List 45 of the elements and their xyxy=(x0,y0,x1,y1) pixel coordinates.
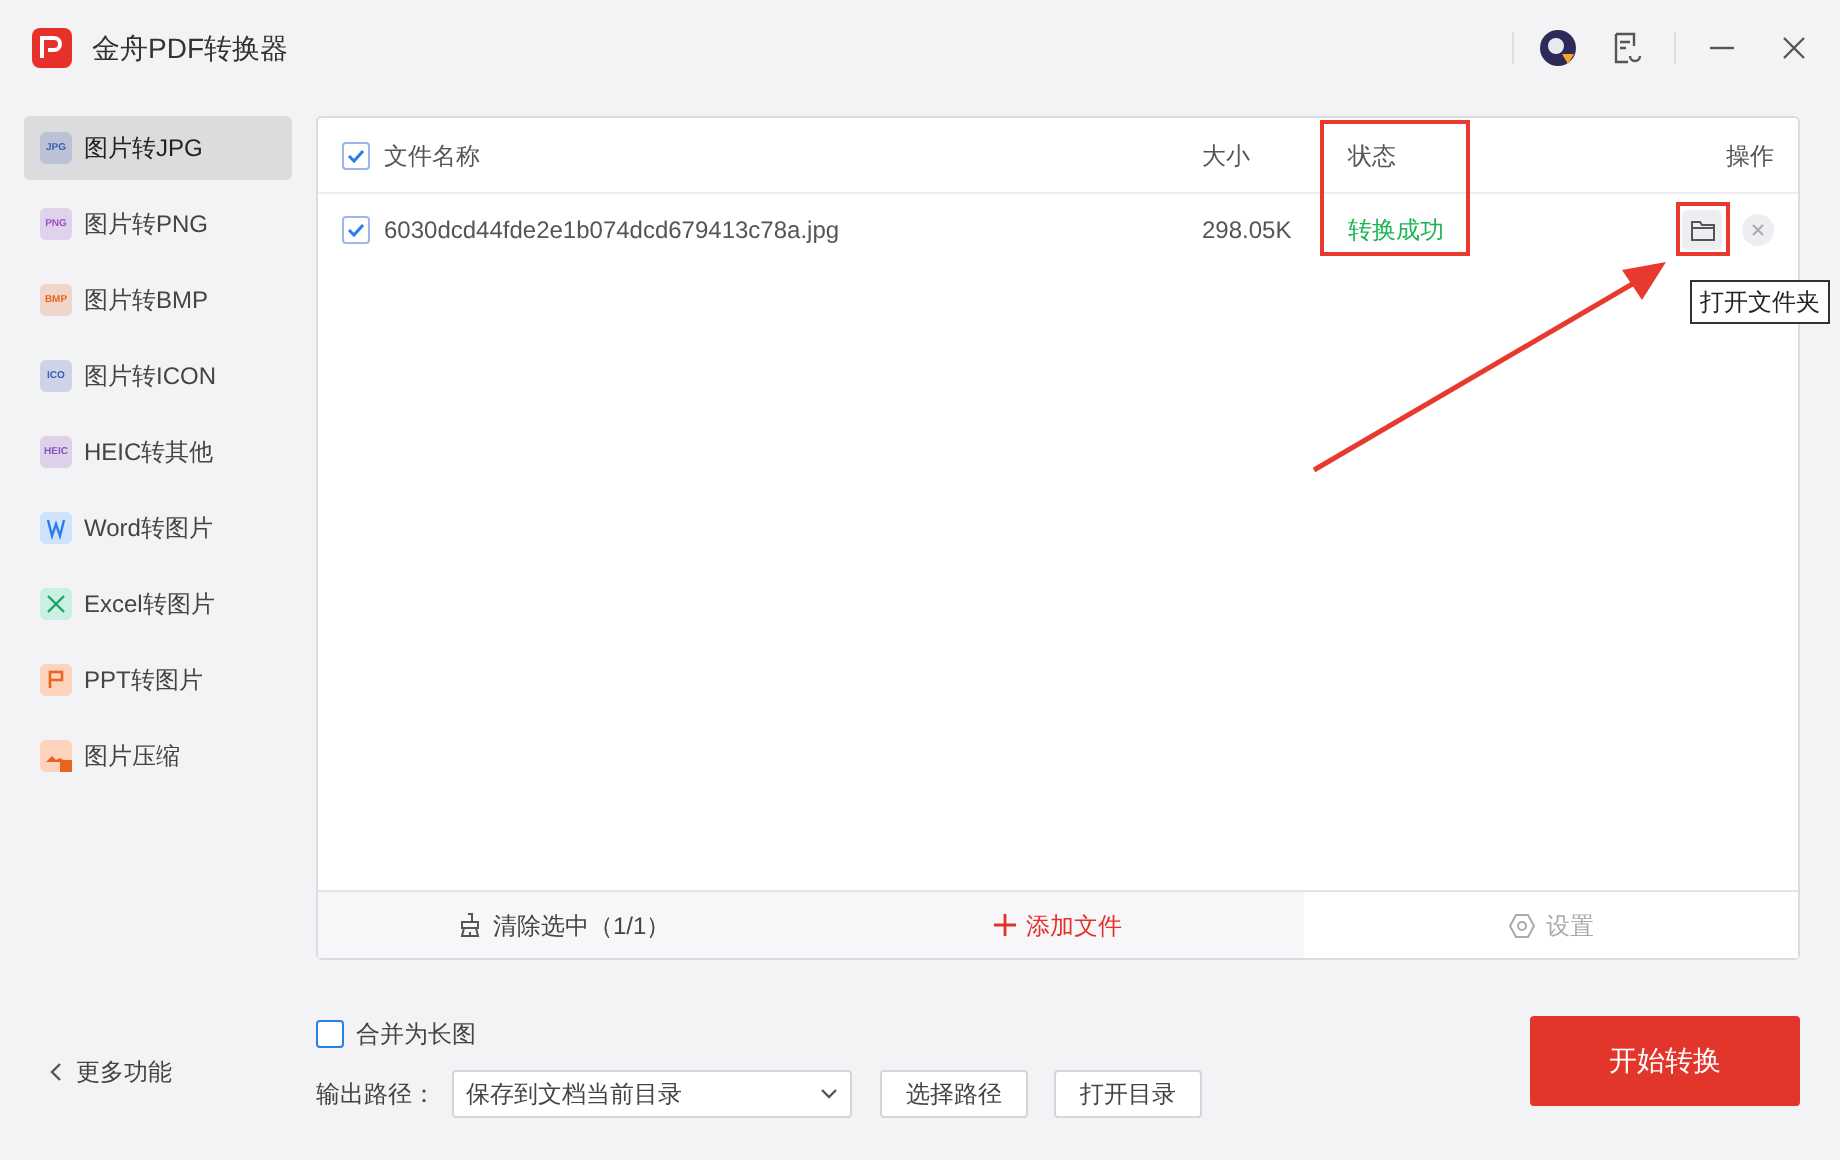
check-icon xyxy=(346,145,366,165)
start-convert-button[interactable]: 开始转换 xyxy=(1530,1016,1800,1106)
window-title: 金舟PDF转换器 xyxy=(92,29,288,67)
sidebar-item[interactable]: Excel转图片 xyxy=(24,572,292,636)
user-avatar-icon[interactable] xyxy=(1538,28,1578,68)
settings-icon xyxy=(1508,911,1537,939)
table-cell-text: 298.05K xyxy=(1202,214,1294,248)
add-file-button[interactable]: 添加文件 xyxy=(811,892,1305,958)
more-features-link[interactable]: 更多功能 xyxy=(24,1054,292,1090)
sidebar-item[interactable]: 图片压缩 xyxy=(24,724,292,788)
folder-icon xyxy=(1689,219,1715,241)
app-logo xyxy=(32,28,72,68)
output-path-label: 输出路径： xyxy=(316,1078,436,1112)
checkbox[interactable] xyxy=(342,216,370,244)
open-folder-button[interactable] xyxy=(1682,210,1722,250)
highlight-frame xyxy=(1676,202,1730,256)
column-header: 状态 xyxy=(1348,139,1398,173)
chevron-down-icon xyxy=(820,1088,838,1100)
app-icon xyxy=(40,512,72,544)
clear-selected-button[interactable]: 清除选中（1/1） xyxy=(318,892,812,958)
broom-icon xyxy=(458,912,483,938)
app-icon xyxy=(40,588,72,620)
check-icon xyxy=(346,220,366,240)
column-header: 操作 xyxy=(1726,139,1774,173)
table-cell-text: 转换成功 xyxy=(1348,214,1446,248)
merge-label: 合并为长图 xyxy=(356,1018,476,1052)
checkbox[interactable] xyxy=(342,141,370,169)
column-header: 文件名称 xyxy=(384,139,482,173)
plus-icon xyxy=(994,914,1016,936)
app-icon xyxy=(40,664,72,696)
output-path-dropdown[interactable]: 保存到文档当前目录 xyxy=(452,1070,852,1118)
close-icon xyxy=(1752,224,1764,236)
open-directory-button[interactable]: 打开目录 xyxy=(1054,1070,1202,1118)
feedback-icon[interactable] xyxy=(1610,32,1642,64)
app-icon xyxy=(40,740,72,772)
chevron-left-icon xyxy=(48,1062,64,1082)
sidebar-item[interactable]: Word转图片 xyxy=(24,496,292,560)
checkbox[interactable] xyxy=(316,1020,344,1048)
close-icon[interactable] xyxy=(1780,34,1808,62)
tooltip: 打开文件夹 xyxy=(1690,280,1830,324)
table-cell-text: 6030dcd44fde2e1b074dcd679413c78a.jpg xyxy=(384,214,842,248)
column-header: 大小 xyxy=(1202,139,1252,173)
file-row[interactable]: 6030dcd44fde2e1b074dcd679413c78a.jpg 298.05K 转换成功 xyxy=(318,194,1798,266)
sidebar-item[interactable]: PPT转图片 xyxy=(24,648,292,712)
choose-path-button[interactable]: 选择路径 xyxy=(880,1070,1028,1118)
